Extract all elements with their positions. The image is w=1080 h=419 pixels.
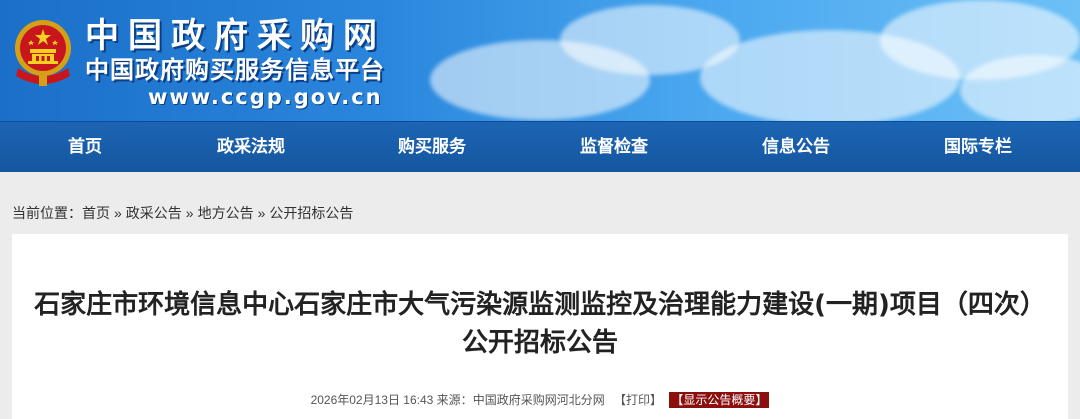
site-header: 中国政府采购网 中国政府购买服务信息平台 www.ccgp.gov.cn <box>0 0 1080 121</box>
source-name: 中国政府采购网河北分网 <box>472 393 605 407</box>
site-title: 中国政府采购网 <box>85 16 386 56</box>
nav-item-announcements[interactable]: 信息公告 <box>736 122 856 172</box>
site-url: www.ccgp.gov.cn <box>148 85 383 109</box>
breadcrumb-separator: » <box>114 205 122 221</box>
breadcrumb-open-tender[interactable]: 公开招标公告 <box>269 205 353 221</box>
source-label: 来源： <box>436 393 473 407</box>
breadcrumb-separator: » <box>257 205 266 221</box>
publish-date: 2026年02月13日 16:43 <box>310 393 434 407</box>
breadcrumb: 当前位置：首页» 政采公告» 地方公告» 公开招标公告 <box>12 203 353 223</box>
nav-item-home[interactable]: 首页 <box>25 122 145 172</box>
print-button[interactable]: 【打印】 <box>614 393 662 407</box>
article-meta: 2026年02月13日 16:43 来源：中国政府采购网河北分网 【打印】 【显… <box>12 391 1068 408</box>
main-nav: 首页 政采法规 购买服务 监督检查 信息公告 国际专栏 <box>0 121 1080 172</box>
show-summary-button[interactable]: 【显示公告概要】 <box>669 392 770 408</box>
breadcrumb-procurement-notices[interactable]: 政采公告 <box>126 205 182 221</box>
breadcrumb-home[interactable]: 首页 <box>82 205 110 221</box>
article-title: 石家庄市环境信息中心石家庄市大气污染源监测监控及治理能力建设(一期)项目（四次）… <box>34 290 1046 358</box>
nav-item-international[interactable]: 国际专栏 <box>918 122 1038 172</box>
article-panel: 石家庄市环境信息中心石家庄市大气污染源监测监控及治理能力建设(一期)项目（四次）… <box>12 234 1068 419</box>
breadcrumb-separator: » <box>185 205 194 221</box>
breadcrumb-local-notices[interactable]: 地方公告 <box>198 205 254 221</box>
nav-item-supervision[interactable]: 监督检查 <box>554 122 674 172</box>
site-subtitle: 中国政府购买服务信息平台 <box>85 56 385 84</box>
nav-item-regulations[interactable]: 政采法规 <box>191 122 311 172</box>
national-emblem-icon <box>15 20 71 86</box>
nav-item-purchase-services[interactable]: 购买服务 <box>372 122 492 172</box>
breadcrumb-prefix: 当前位置： <box>12 205 82 221</box>
